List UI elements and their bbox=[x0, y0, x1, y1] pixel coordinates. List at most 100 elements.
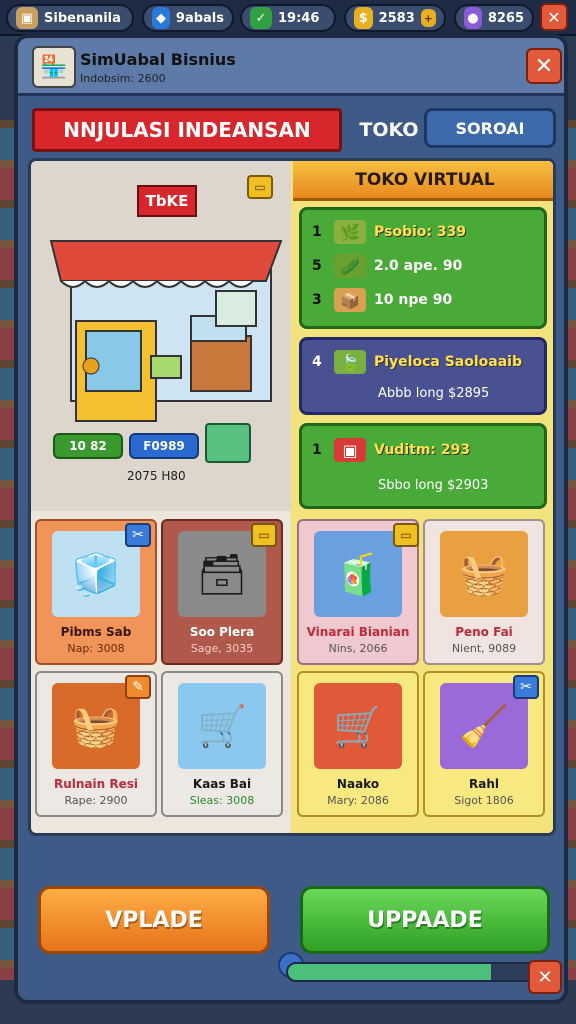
virtual-card-1[interactable]: 1 🌿 Psobio: 339 5 🥒 2.0 ape. 90 3 📦 10 n… bbox=[299, 207, 547, 329]
panel-close-button[interactable]: ✕ bbox=[526, 48, 562, 84]
produce-icon: 🌿 bbox=[334, 220, 366, 244]
tab-simulation[interactable]: NNJULASI INDEANSAN bbox=[32, 108, 342, 152]
tab-other[interactable]: SOROAI bbox=[424, 108, 556, 148]
item-name: Soo Plera bbox=[189, 625, 255, 639]
stars-value: 8265 bbox=[487, 10, 524, 26]
item-sub: Nins, 2066 bbox=[328, 642, 388, 655]
red-box-icon: ▣ bbox=[334, 438, 366, 462]
item-name: Kaas Bai bbox=[192, 777, 252, 791]
card-title: Piyeloca Saoloaaib bbox=[374, 354, 522, 370]
item-tile-1[interactable]: 🧊 Pibms Sab Nap: 3008 ✂ bbox=[35, 519, 157, 665]
item-tool-icon[interactable]: ✂ bbox=[513, 675, 539, 699]
virtual-card-2-row: 4 🍃 Piyeloca Saoloaaib bbox=[312, 350, 522, 374]
main-panel: 🏪 SimUabal Bisnius Indobsim: 2600 ✕ NNJU… bbox=[14, 34, 568, 1004]
item-tile-8[interactable]: 🧹 Rahl Sigot 1806 ✂ bbox=[423, 671, 545, 817]
counter-icon: 🧺 bbox=[440, 531, 528, 617]
crate-icon: ▣ bbox=[16, 7, 38, 29]
business-icon: 🏪 bbox=[32, 46, 76, 88]
store-illustration: TbKE ▭ 10 82 F0989 2075 H80 bbox=[31, 161, 291, 511]
item-badge-icon[interactable]: ▭ bbox=[251, 523, 277, 547]
player-pill[interactable]: ▣ Sibenanila bbox=[6, 4, 134, 32]
item-tile-3[interactable]: 🧃 Vinarai Bianian Nins, 2066 ▭ bbox=[297, 519, 419, 665]
fridge-icon: 🧃 bbox=[314, 531, 402, 617]
cash-register-icon bbox=[205, 423, 251, 463]
item-name: Vinarai Bianian bbox=[306, 625, 410, 639]
row-number: 1 bbox=[312, 442, 322, 458]
panel-subtitle: Indobsim: 2600 bbox=[80, 72, 166, 85]
virtual-row-1: 1 🌿 Psobio: 339 bbox=[312, 220, 466, 244]
row-number: 3 bbox=[312, 292, 322, 308]
player-name: Sibenanila bbox=[44, 10, 121, 26]
item-name: Rulnain Resi bbox=[53, 777, 138, 791]
coins-pill[interactable]: $ 2583 + bbox=[344, 4, 446, 32]
store-stat-blue[interactable]: F0989 bbox=[129, 433, 199, 459]
item-tile-2[interactable]: 🗃 Soo Plera Sage, 3035 ▭ bbox=[161, 519, 283, 665]
item-sub: Sleas: 3008 bbox=[189, 794, 255, 807]
clock-value: 19:46 bbox=[278, 10, 320, 26]
row-label: Psobio: 339 bbox=[374, 224, 467, 240]
item-name: Pibms Sab bbox=[60, 625, 132, 639]
item-brush-icon[interactable]: ✎ bbox=[125, 675, 151, 699]
row-label: 10 npe 90 bbox=[374, 292, 453, 308]
panel-title: SimUabal Bisnius bbox=[80, 50, 236, 69]
store-sign: TbKE bbox=[137, 185, 197, 217]
card-subtitle: Sbbo long $2903 bbox=[378, 478, 489, 493]
virtual-row-3: 3 📦 10 npe 90 bbox=[312, 288, 452, 312]
upgrade-left-button[interactable]: VPLADE bbox=[38, 886, 270, 954]
background-shelf-left bbox=[0, 120, 14, 980]
item-sub: Mary: 2086 bbox=[327, 794, 389, 807]
virtual-card-2[interactable]: 4 🍃 Piyeloca Saoloaaib Abbb long $2895 bbox=[299, 337, 547, 415]
box-icon: 📦 bbox=[334, 288, 366, 312]
item-name: Rahl bbox=[469, 777, 499, 791]
item-tile-5[interactable]: 🧺 Rulnain Resi Rape: 2900 ✎ bbox=[35, 671, 157, 817]
virtual-card-3[interactable]: 1 ▣ Vuditm: 293 Sbbo long $2903 bbox=[299, 423, 547, 509]
top-bar: ▣ Sibenanila ◆ 9abals ✓ 19:46 $ 2583 + ●… bbox=[0, 0, 576, 36]
progress-bar bbox=[286, 962, 538, 982]
coins-value: 2583 bbox=[378, 10, 415, 26]
tab-shop[interactable]: TOKO bbox=[354, 108, 424, 152]
store-stat-green[interactable]: 10 82 bbox=[53, 433, 123, 459]
item-sub: Sage, 3035 bbox=[190, 642, 254, 655]
row-label: 2.0 ape. 90 bbox=[374, 258, 463, 274]
row-number: 4 bbox=[312, 354, 322, 370]
item-badge-icon[interactable]: ▭ bbox=[393, 523, 419, 547]
store-caption: 2075 H80 bbox=[127, 469, 186, 483]
progress-fill bbox=[288, 964, 492, 980]
item-sub: Nient, 9089 bbox=[451, 642, 517, 655]
shopping-cart-icon: 🛒 bbox=[314, 683, 402, 769]
bottom-close-button[interactable]: ✕ bbox=[528, 960, 562, 994]
gem-icon: ◆ bbox=[152, 7, 170, 29]
leaf-package-icon: 🍃 bbox=[334, 350, 366, 374]
item-name: Peno Fai bbox=[455, 625, 513, 639]
gems-value: 9abals bbox=[175, 10, 224, 26]
check-icon: ✓ bbox=[250, 7, 272, 29]
virtual-title: TOKO VIRTUAL bbox=[293, 161, 553, 201]
blue-cart-icon: 🛒 bbox=[178, 683, 266, 769]
item-sub: Rape: 2900 bbox=[64, 794, 128, 807]
virtual-card-3-row: 1 ▣ Vuditm: 293 bbox=[312, 438, 470, 462]
coin-icon: $ bbox=[354, 7, 373, 29]
content-area: TbKE ▭ 10 82 F0989 2075 H80 TOKO VIRTUAL… bbox=[28, 158, 556, 836]
row-number: 5 bbox=[312, 258, 322, 274]
star-icon: ● bbox=[464, 7, 482, 29]
item-tile-7[interactable]: 🛒 Naako Mary: 2086 bbox=[297, 671, 419, 817]
top-close-button[interactable]: ✕ bbox=[540, 3, 568, 31]
panel-header: 🏪 SimUabal Bisnius Indobsim: 2600 ✕ bbox=[18, 38, 564, 96]
virtual-row-2: 5 🥒 2.0 ape. 90 bbox=[312, 254, 462, 278]
card-subtitle: Abbb long $2895 bbox=[378, 386, 490, 401]
card-title: Vuditm: 293 bbox=[374, 442, 471, 458]
stars-pill[interactable]: ● 8265 bbox=[454, 4, 534, 32]
gems-pill[interactable]: ◆ 9abals bbox=[142, 4, 234, 32]
item-tool-icon[interactable]: ✂ bbox=[125, 523, 151, 547]
row-number: 1 bbox=[312, 224, 322, 240]
vegetable-icon: 🥒 bbox=[334, 254, 366, 278]
item-tile-4[interactable]: 🧺 Peno Fai Nient, 9089 bbox=[423, 519, 545, 665]
item-name: Naako bbox=[336, 777, 380, 791]
store-badge-icon[interactable]: ▭ bbox=[247, 175, 273, 199]
upgrade-right-button[interactable]: UPPAADE bbox=[300, 886, 550, 954]
item-tile-6[interactable]: 🛒 Kaas Bai Sleas: 3008 bbox=[161, 671, 283, 817]
clock-pill[interactable]: ✓ 19:46 bbox=[240, 4, 336, 32]
item-sub: Nap: 3008 bbox=[67, 642, 125, 655]
item-sub: Sigot 1806 bbox=[454, 794, 514, 807]
add-coins-icon[interactable]: + bbox=[420, 9, 436, 27]
